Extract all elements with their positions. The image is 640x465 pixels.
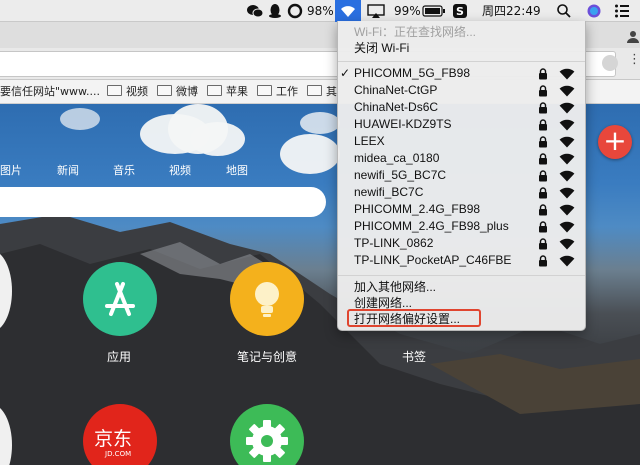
wifi-network-item[interactable]: TP-LINK_PocketAP_C46FBE: [338, 252, 585, 269]
scrivener-icon[interactable]: S: [452, 0, 468, 22]
bookmark-folder-work[interactable]: 工作: [257, 84, 298, 100]
lock-icon: [538, 255, 548, 272]
bookmark-item[interactable]: 要信任网站"www....: [0, 84, 100, 100]
svg-text:S: S: [456, 5, 464, 18]
apps-icon[interactable]: [83, 262, 157, 336]
app-label-notes: 笔记与创意: [237, 350, 298, 364]
wifi-signal-icon: [559, 255, 575, 272]
folder-icon: [207, 85, 222, 96]
wifi-network-item[interactable]: PHICOMM_2.4G_FB98: [338, 201, 585, 218]
jd-logo-text: 京东: [94, 428, 133, 450]
nav-link-news[interactable]: 新闻: [57, 162, 79, 178]
wifi-network-item[interactable]: LEEX: [338, 133, 585, 150]
wifi-icon[interactable]: [335, 0, 361, 22]
add-button[interactable]: +: [598, 125, 632, 159]
folder-icon: [157, 85, 172, 96]
settings-gear-icon[interactable]: [230, 404, 304, 465]
circle-app-icon[interactable]: [287, 0, 303, 22]
siri-icon[interactable]: [586, 0, 602, 22]
wifi-network-name: midea_ca_0180: [354, 151, 440, 165]
nav-link-video[interactable]: 视频: [169, 162, 191, 178]
wifi-network-name: newifi_5G_BC7C: [354, 168, 447, 182]
app-label-apps: 应用: [107, 350, 132, 364]
spotlight-icon[interactable]: [556, 0, 572, 22]
browser-menu-icon[interactable]: ⋮: [628, 52, 640, 67]
annotation-highlight-box: [347, 309, 481, 327]
bookmark-label: 视频: [126, 85, 148, 98]
battery-percent-right: 99%: [394, 4, 421, 18]
wifi-network-name: PHICOMM_2.4G_FB98: [354, 202, 481, 216]
clock[interactable]: 周四22:49: [482, 0, 541, 22]
menu-bar: 98% 99% S 周四22:49: [0, 0, 640, 22]
wifi-network-item[interactable]: newifi_BC7C: [338, 184, 585, 201]
wifi-network-item[interactable]: newifi_5G_BC7C: [338, 167, 585, 184]
bookmark-label: 工作: [276, 85, 298, 98]
notification-center-icon[interactable]: [614, 0, 630, 22]
folder-icon: [257, 85, 272, 96]
airplay-icon[interactable]: [367, 0, 385, 22]
wifi-network-name: LEEX: [354, 134, 385, 148]
wifi-network-item[interactable]: HUAWEI-KDZ9TS: [338, 116, 585, 133]
lightbulb-icon[interactable]: [230, 262, 304, 336]
app-label-bookmarks: 书签: [402, 350, 427, 364]
wifi-network-name: TP-LINK_PocketAP_C46FBE: [354, 253, 512, 267]
wifi-status: Wi-Fi：正在查找网络...: [354, 25, 476, 39]
bookmark-folder-videos[interactable]: 视频: [107, 84, 148, 100]
menu-separator: [338, 61, 585, 62]
battery-icon[interactable]: [422, 0, 446, 22]
bookmark-label: 微博: [176, 85, 198, 98]
jd-logo-subtext: JD.COM: [105, 450, 132, 458]
bookmark-label: 要信任网站"www....: [0, 85, 101, 98]
nav-link-images[interactable]: 图片: [0, 162, 22, 178]
bookmark-folder-apple[interactable]: 苹果: [207, 84, 248, 100]
battery-percent-left: 98%: [307, 4, 334, 18]
search-input[interactable]: [0, 187, 326, 217]
wifi-network-item[interactable]: midea_ca_0180: [338, 150, 585, 167]
bookmark-folder-other[interactable]: 其: [307, 84, 337, 100]
folder-icon: [307, 85, 322, 96]
wifi-network-item[interactable]: PHICOMM_2.4G_FB98_plus: [338, 218, 585, 235]
checkmark-icon: ✓: [340, 66, 351, 80]
wifi-network-item[interactable]: ✓ PHICOMM_5G_FB98: [338, 65, 585, 82]
join-other-network-item[interactable]: 加入其他网络...: [354, 279, 601, 295]
extension-icon[interactable]: [602, 55, 618, 71]
turn-off-wifi-item[interactable]: 关闭 Wi-Fi: [354, 40, 601, 56]
wifi-network-name: HUAWEI-KDZ9TS: [354, 117, 452, 131]
wifi-network-name: ChinaNet-Ds6C: [354, 100, 439, 114]
nav-link-music[interactable]: 音乐: [113, 162, 135, 178]
wifi-network-name: PHICOMM_5G_FB98: [354, 66, 471, 80]
bookmark-label: 其: [326, 85, 337, 98]
wifi-network-name: ChinaNet-CtGP: [354, 83, 438, 97]
qq-icon[interactable]: [268, 0, 282, 22]
profile-icon[interactable]: [626, 28, 640, 43]
wifi-network-name: PHICOMM_2.4G_FB98_plus: [354, 219, 509, 233]
wifi-network-name: TP-LINK_0862: [354, 236, 434, 250]
bookmark-folder-weibo[interactable]: 微博: [157, 84, 198, 100]
wifi-network-item[interactable]: TP-LINK_0862: [338, 235, 585, 252]
menu-separator: [338, 275, 585, 276]
folder-icon: [107, 85, 122, 96]
bookmark-label: 苹果: [226, 85, 248, 98]
wechat-icon[interactable]: [246, 0, 264, 22]
wifi-dropdown-menu: Wi-Fi：正在查找网络... 关闭 Wi-Fi ✓ PHICOMM_5G_FB9…: [337, 21, 586, 331]
wifi-network-item[interactable]: ChinaNet-Ds6C: [338, 99, 585, 116]
nav-link-maps[interactable]: 地图: [226, 162, 248, 178]
wifi-network-item[interactable]: ChinaNet-CtGP: [338, 82, 585, 99]
wifi-network-name: newifi_BC7C: [354, 185, 424, 199]
